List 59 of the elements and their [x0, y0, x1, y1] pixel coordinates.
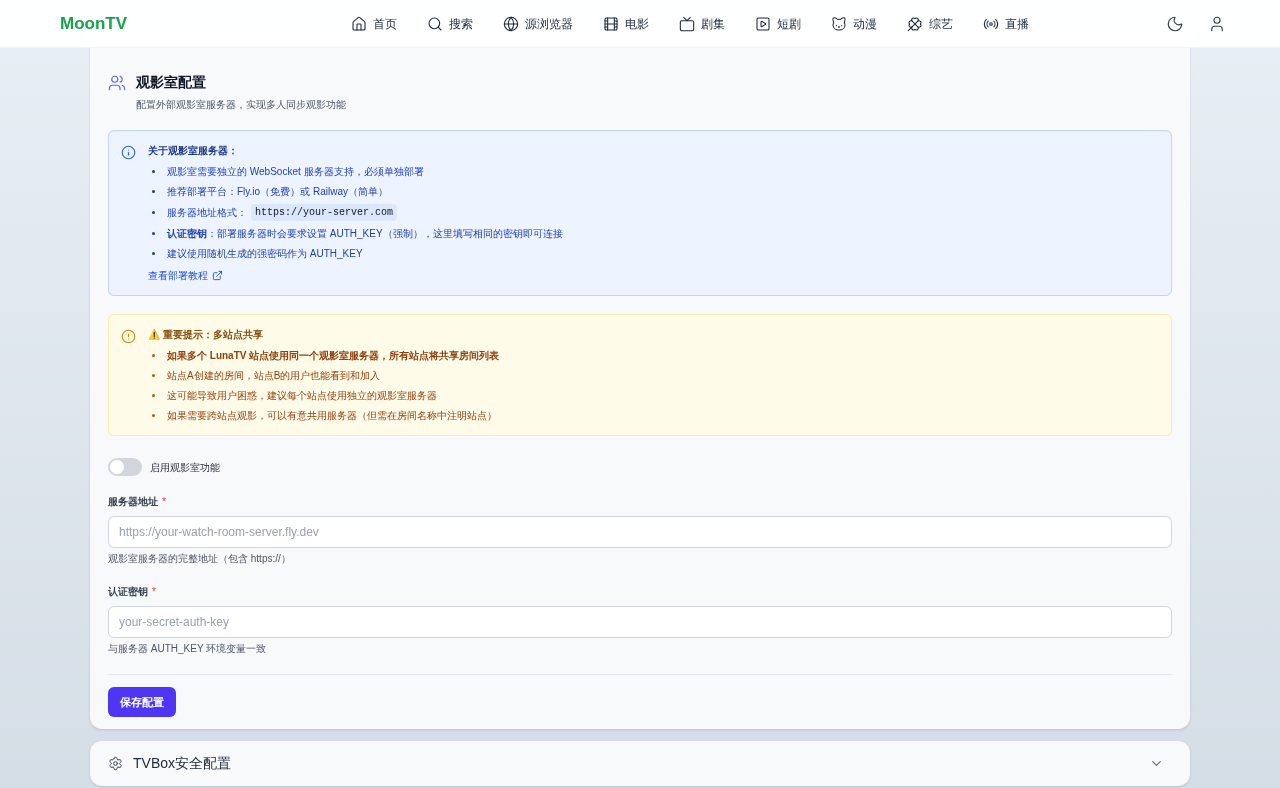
code-text: https://your-server.com	[251, 204, 398, 221]
bullet-icon	[152, 394, 155, 397]
toggle-switch[interactable]	[108, 458, 142, 476]
tv-icon	[679, 15, 695, 32]
bullet-icon	[152, 414, 155, 417]
film-icon	[603, 15, 619, 32]
nav-link[interactable]: 动漫	[827, 10, 881, 37]
nav-link[interactable]: 源浏览器	[499, 10, 577, 37]
warning-title: ⚠ 重要提示：多站点共享	[148, 328, 264, 342]
input-field[interactable]: https://your-watch-room-server.fly.dev	[108, 516, 1172, 548]
field-hint: 与服务器 AUTH_KEY 环境变量一致	[108, 642, 268, 656]
section-subtitle: 配置外部观影室服务器，实现多人同步观影功能	[136, 98, 346, 112]
cat-icon	[831, 15, 847, 32]
play-square-icon	[755, 15, 771, 32]
bullet-icon	[152, 374, 155, 377]
nav-link[interactable]: 短剧	[751, 10, 805, 37]
bullet-icon	[152, 252, 155, 255]
info-icon	[121, 145, 136, 160]
bullet-icon	[152, 190, 155, 193]
nav-link[interactable]: 综艺	[903, 10, 957, 37]
alert-icon	[121, 329, 136, 344]
nav-link[interactable]: 首页	[347, 10, 401, 37]
clover-icon	[907, 15, 923, 32]
info-text: 服务器地址格式：	[167, 206, 247, 220]
bullet-icon	[152, 232, 155, 235]
bullet-icon	[152, 211, 155, 214]
warning-text: 站点A创建的房间，站点B的用户也能看到和加入	[167, 369, 381, 383]
users-icon	[108, 74, 126, 92]
search-icon	[427, 15, 443, 32]
info-text: 观影室需要独立的 WebSocket 服务器支持，必须单独部署	[167, 165, 424, 179]
required-mark: *	[152, 585, 156, 599]
bullet-icon	[152, 354, 155, 357]
warning-text: 如果多个 LunaTV 站点使用同一个观影室服务器，所有站点将共享房间列表	[167, 349, 500, 363]
collapsed-section[interactable]: TVBox安全配置	[90, 741, 1190, 786]
info-text: 认证密钥：部署服务器时会要求设置 AUTH_KEY（强制），这里填写相同的密钥即可连接	[167, 227, 563, 241]
info-title: 关于观影室服务器：	[148, 144, 239, 158]
section-title: 观影室配置	[136, 73, 207, 92]
field-label: 服务器地址	[108, 495, 158, 509]
warning-text: 这可能导致用户困惑，建议每个站点使用独立的观影室服务器	[167, 389, 437, 403]
bullet-icon	[152, 170, 155, 173]
save-button[interactable]: 保存配置	[108, 687, 176, 717]
external-link-icon	[212, 270, 223, 281]
warning-text: 如果需要跨站点观影，可以有意共用服务器（但需在房间名称中注明站点）	[167, 409, 497, 423]
tutorial-link[interactable]: 查看部署教程	[148, 268, 223, 283]
section-title: TVBox安全配置	[133, 754, 232, 773]
settings-icon	[108, 756, 123, 771]
input-field[interactable]: your-secret-auth-key	[108, 606, 1172, 638]
nav-link[interactable]: 剧集	[675, 10, 729, 37]
required-mark: *	[162, 495, 166, 509]
toggle-label: 启用观影室功能	[150, 460, 220, 475]
info-text: 推荐部署平台：Fly.io（免费）或 Railway（简单）	[167, 185, 388, 199]
field-hint: 观影室服务器的完整地址（包含 https://）	[108, 552, 292, 566]
field-label: 认证密钥	[108, 585, 148, 599]
globe-icon	[503, 15, 519, 32]
nav-link[interactable]: 直播	[979, 10, 1033, 37]
nav-link[interactable]: 电影	[599, 10, 653, 37]
home-icon	[351, 15, 367, 32]
nav-link[interactable]: 搜索	[423, 10, 477, 37]
info-text: 建议使用随机生成的强密码作为 AUTH_KEY	[167, 247, 363, 261]
